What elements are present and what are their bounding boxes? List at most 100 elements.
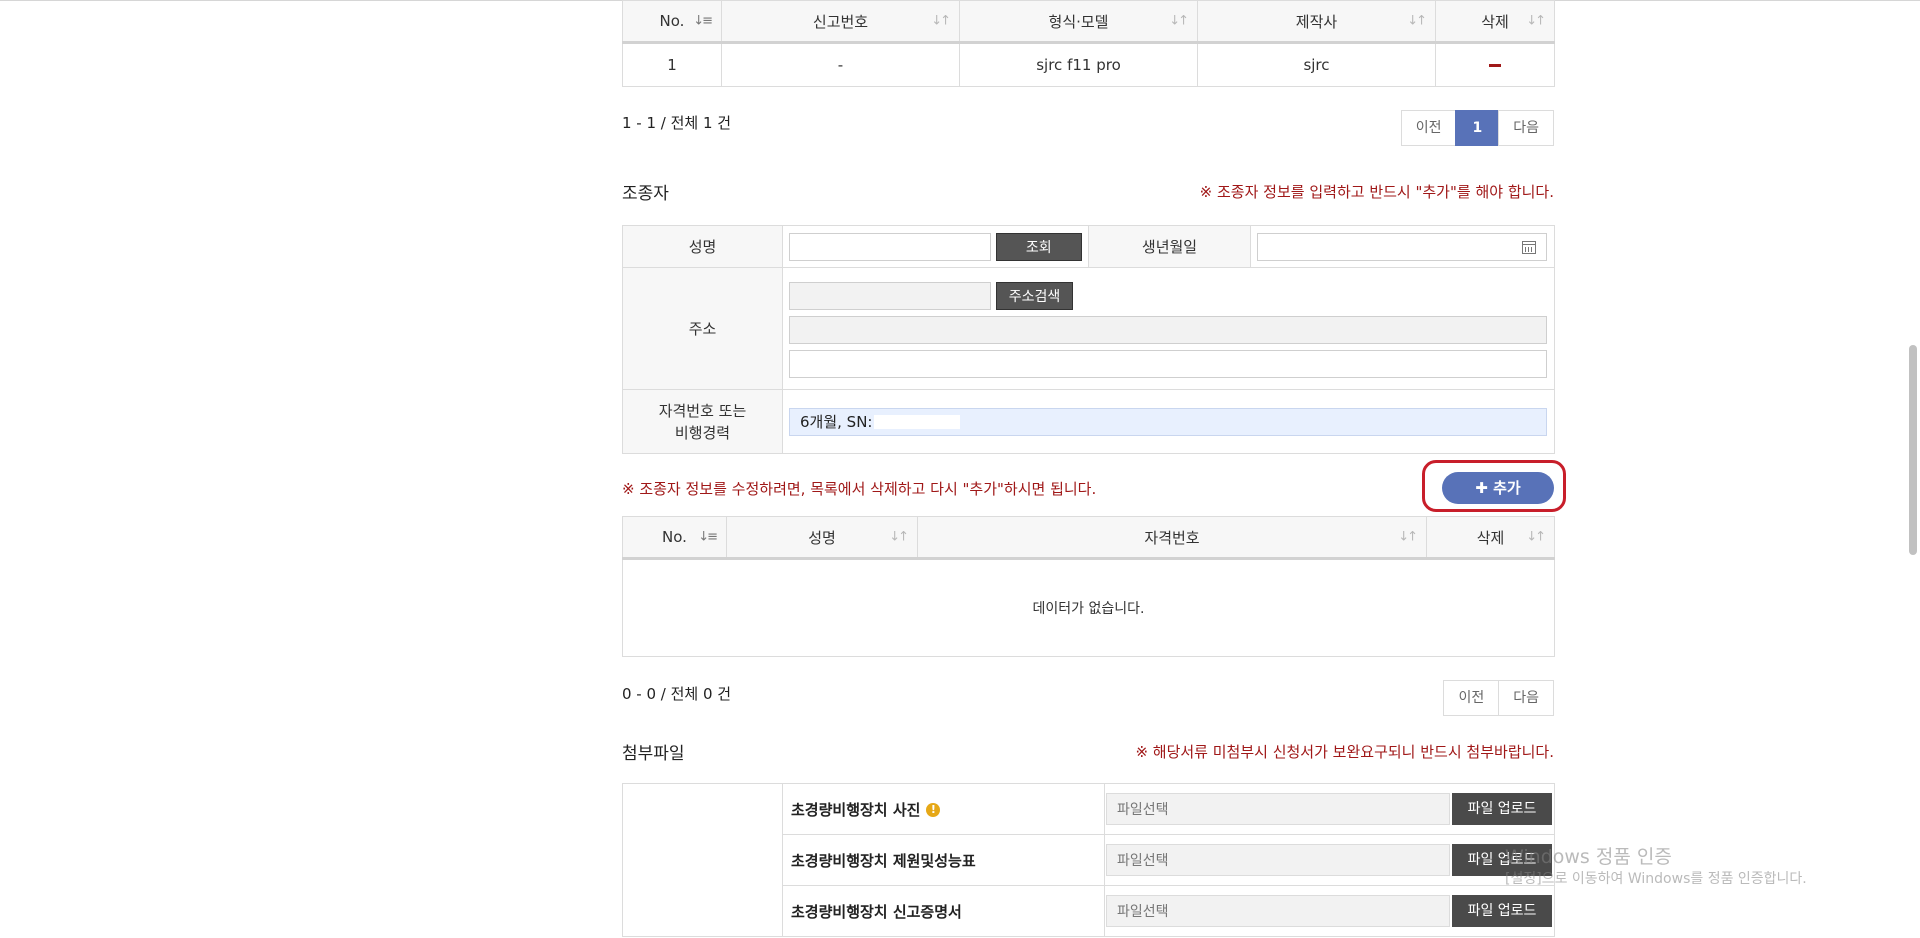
file-upload-button[interactable]: 파일 업로드 bbox=[1452, 895, 1552, 927]
file-upload-button[interactable]: 파일 업로드 bbox=[1452, 793, 1552, 825]
license-label-line1: 자격번호 또는 bbox=[658, 401, 747, 420]
col-delete-label: 삭제 bbox=[1481, 12, 1509, 31]
sort-icon[interactable]: ↓↑ bbox=[1407, 14, 1427, 29]
next-page-button[interactable]: 다음 bbox=[1498, 110, 1554, 146]
cell-maker: sjrc bbox=[1197, 42, 1436, 87]
redaction-mask bbox=[874, 415, 961, 429]
address-line2-input[interactable] bbox=[789, 349, 1547, 378]
sort-desc-icon[interactable]: ↓≡ bbox=[693, 14, 713, 29]
pilot-edit-notice: ※ 조종자 정보를 수정하려면, 목록에서 삭제하고 다시 "추가"하시면 됩니… bbox=[622, 480, 1097, 498]
attachment-table: 초경량비행장치 사진! 파일선택 파일 업로드 초경량비행장치 제원및성능표 파일… bbox=[622, 783, 1555, 937]
attachment-name-text: 초경량비행장치 사진 bbox=[791, 800, 921, 819]
name-input[interactable] bbox=[789, 232, 991, 261]
cell-delete bbox=[1435, 42, 1555, 87]
col-no-label: No. bbox=[659, 12, 685, 30]
pilot-table: No. ↓≡ 성명 ↓↑ 자격번호 ↓↑ 삭제 ↓↑ 데이터가 없습니다. bbox=[622, 516, 1555, 657]
add-pilot-label: 추가 bbox=[1493, 479, 1521, 497]
cell-report-no: - bbox=[721, 42, 960, 87]
pilot-section-title: 조종자 bbox=[622, 184, 669, 204]
page-scrollbar[interactable] bbox=[1906, 0, 1920, 938]
warning-icon: ! bbox=[926, 803, 941, 817]
sort-icon[interactable]: ↓↑ bbox=[1169, 14, 1189, 29]
sort-icon[interactable]: ↓↑ bbox=[889, 530, 909, 545]
delete-minus-icon[interactable] bbox=[1489, 64, 1501, 67]
attachment-controls: 파일선택 파일 업로드 bbox=[1104, 885, 1555, 937]
scrollbar-thumb[interactable] bbox=[1909, 345, 1917, 555]
drone-pager: 이전 1 다음 bbox=[1400, 110, 1554, 146]
col-maker[interactable]: 제작사 ↓↑ bbox=[1197, 0, 1436, 44]
attachment-group-cell bbox=[622, 783, 783, 937]
attachment-name: 초경량비행장치 제원및성능표 bbox=[782, 834, 1105, 886]
col-report-no-label: 신고번호 bbox=[812, 12, 869, 31]
attachment-controls: 파일선택 파일 업로드 bbox=[1104, 834, 1555, 886]
main-content: No. ↓≡ 신고번호 ↓↑ 형식·모델 ↓↑ 제작사 ↓↑ 삭제 ↓↑ 1 - sjrc… bbox=[622, 0, 1566, 937]
postal-code-input[interactable] bbox=[789, 281, 991, 310]
prev-page-button[interactable]: 이전 bbox=[1400, 110, 1457, 146]
attachment-name: 초경량비행장치 신고증명서 bbox=[782, 885, 1105, 937]
windows-activation-subtext: [설정]으로 이동하여 Windows를 정품 인증합니다. bbox=[1505, 871, 1807, 887]
sort-desc-icon[interactable]: ↓≡ bbox=[698, 530, 718, 545]
license-label-line2: 비행경력 bbox=[674, 423, 731, 442]
license-cell: 6개월, SN: bbox=[782, 389, 1555, 454]
col-maker-label: 제작사 bbox=[1295, 12, 1338, 31]
sort-icon[interactable]: ↓↑ bbox=[1526, 530, 1546, 545]
file-select-input[interactable]: 파일선택 bbox=[1106, 844, 1450, 876]
col-no[interactable]: No. ↓≡ bbox=[622, 0, 722, 44]
empty-message: 데이터가 없습니다. bbox=[622, 558, 1555, 657]
drone-table: No. ↓≡ 신고번호 ↓↑ 형식·모델 ↓↑ 제작사 ↓↑ 삭제 ↓↑ 1 - sjrc… bbox=[622, 0, 1555, 87]
col-delete-label: 삭제 bbox=[1476, 528, 1505, 547]
file-select-input[interactable]: 파일선택 bbox=[1106, 895, 1450, 927]
pilot-section-header: 조종자 ※ 조종자 정보를 입력하고 반드시 "추가"를 해야 합니다. bbox=[622, 163, 1554, 233]
col-license[interactable]: 자격번호 ↓↑ bbox=[917, 516, 1427, 560]
empty-row: 데이터가 없습니다. bbox=[622, 558, 1555, 657]
address-line1-input[interactable] bbox=[789, 315, 1547, 344]
attachment-name-text: 초경량비행장치 제원및성능표 bbox=[791, 851, 976, 870]
license-label: 자격번호 또는 비행경력 bbox=[622, 389, 783, 454]
license-value: 6개월, SN: bbox=[800, 412, 873, 431]
attachment-controls: 파일선택 파일 업로드 bbox=[1104, 783, 1555, 835]
attachment-section-header: 첨부파일 ※ 해당서류 미첨부시 신청서가 보완요구되니 반드시 첨부바랍니다. bbox=[622, 737, 1554, 785]
pilot-count: 0 - 0 / 전체 0 건 bbox=[622, 685, 732, 703]
col-model[interactable]: 형식·모델 ↓↑ bbox=[959, 0, 1198, 44]
cell-model: sjrc f11 pro bbox=[959, 42, 1198, 87]
pilot-add-row: ※ 조종자 정보를 수정하려면, 목록에서 삭제하고 다시 "추가"하시면 됩니… bbox=[622, 454, 1566, 516]
attachment-name-text: 초경량비행장치 신고증명서 bbox=[791, 902, 962, 921]
birth-date-input[interactable] bbox=[1257, 232, 1547, 261]
windows-activation-watermark: Windows 정품 인증 bbox=[1505, 846, 1672, 868]
file-select-input[interactable]: 파일선택 bbox=[1106, 793, 1450, 825]
calendar-icon[interactable] bbox=[1522, 240, 1536, 254]
add-pilot-button[interactable]: ✚ 추가 bbox=[1442, 472, 1554, 504]
drone-count: 1 - 1 / 전체 1 건 bbox=[622, 114, 732, 132]
plus-icon: ✚ bbox=[1475, 479, 1494, 497]
page-1-button[interactable]: 1 bbox=[1455, 110, 1500, 146]
attachment-notice: ※ 해당서류 미첨부시 신청서가 보완요구되니 반드시 첨부바랍니다. bbox=[1135, 743, 1554, 761]
table-row: 1 - sjrc f11 pro sjrc bbox=[622, 42, 1555, 87]
col-model-label: 형식·모델 bbox=[1048, 12, 1109, 31]
col-no[interactable]: No. ↓≡ bbox=[622, 516, 727, 560]
attachment-name: 초경량비행장치 사진! bbox=[782, 783, 1105, 835]
next-page-button[interactable]: 다음 bbox=[1498, 680, 1554, 716]
sort-icon[interactable]: ↓↑ bbox=[1526, 14, 1546, 29]
col-license-label: 자격번호 bbox=[1144, 528, 1200, 547]
address-search-button[interactable]: 주소검색 bbox=[995, 281, 1074, 310]
col-name[interactable]: 성명 ↓↑ bbox=[726, 516, 918, 560]
pilot-form: 성명 조회 생년월일 주소 주소검색 자격번호 또는 비행경력 6개월, SN: bbox=[622, 225, 1555, 454]
address-cell: 주소검색 bbox=[782, 267, 1555, 390]
col-name-label: 성명 bbox=[808, 528, 836, 547]
col-no-label: No. bbox=[662, 528, 687, 546]
col-delete[interactable]: 삭제 ↓↑ bbox=[1426, 516, 1555, 560]
col-delete[interactable]: 삭제 ↓↑ bbox=[1435, 0, 1555, 44]
pilot-pager: 이전 다음 bbox=[1443, 680, 1554, 716]
cell-no: 1 bbox=[622, 42, 722, 87]
license-input[interactable]: 6개월, SN: bbox=[789, 407, 1547, 436]
birth-cell bbox=[1250, 225, 1555, 268]
lookup-button[interactable]: 조회 bbox=[995, 232, 1082, 261]
col-report-no[interactable]: 신고번호 ↓↑ bbox=[721, 0, 960, 44]
address-label: 주소 bbox=[622, 267, 783, 390]
attachment-section-title: 첨부파일 bbox=[622, 744, 685, 764]
sort-icon[interactable]: ↓↑ bbox=[1398, 530, 1418, 545]
prev-page-button[interactable]: 이전 bbox=[1443, 680, 1500, 716]
pilot-notice: ※ 조종자 정보를 입력하고 반드시 "추가"를 해야 합니다. bbox=[1199, 183, 1554, 201]
pilot-pager-row: 0 - 0 / 전체 0 건 이전 다음 bbox=[622, 657, 1554, 737]
sort-icon[interactable]: ↓↑ bbox=[931, 14, 951, 29]
